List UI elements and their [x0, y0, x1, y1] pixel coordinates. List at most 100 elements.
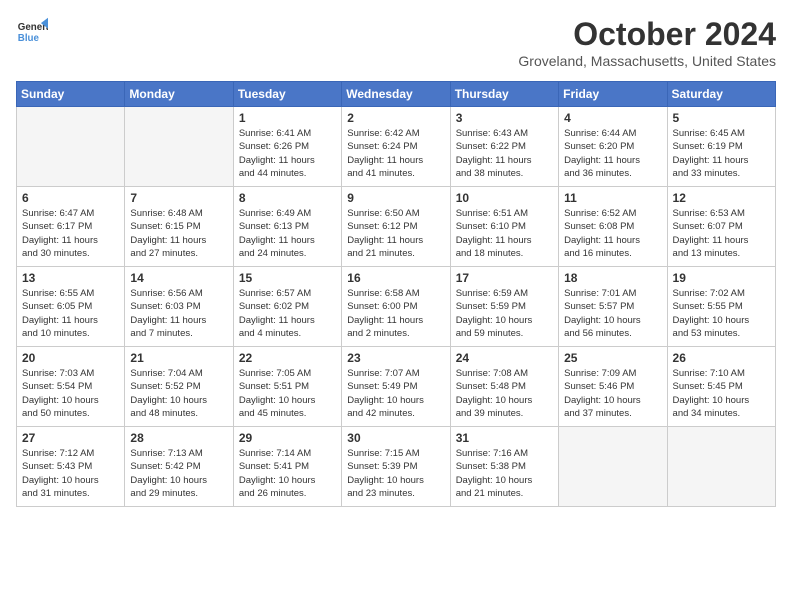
calendar-cell: 17 Sunrise: 6:59 AM Sunset: 5:59 PM Dayli…: [450, 267, 558, 347]
day-info: Sunrise: 7:14 AM Sunset: 5:41 PM Dayligh…: [239, 447, 336, 500]
day-number: 31: [456, 431, 553, 445]
day-info: Sunrise: 7:02 AM Sunset: 5:55 PM Dayligh…: [673, 287, 770, 340]
day-info: Sunrise: 6:43 AM Sunset: 6:22 PM Dayligh…: [456, 127, 553, 180]
logo-icon: General Blue: [16, 16, 48, 48]
title-area: October 2024 Groveland, Massachusetts, U…: [518, 16, 776, 69]
calendar-cell: 19 Sunrise: 7:02 AM Sunset: 5:55 PM Dayli…: [667, 267, 775, 347]
page-header: General Blue October 2024 Groveland, Mas…: [16, 16, 776, 69]
calendar-header-thursday: Thursday: [450, 82, 558, 107]
day-number: 10: [456, 191, 553, 205]
calendar-week-1: 1Sunrise: 6:41 AM Sunset: 6:26 PM Daylig…: [17, 107, 776, 187]
day-number: 21: [130, 351, 227, 365]
day-info: Sunrise: 6:55 AM Sunset: 6:05 PM Dayligh…: [22, 287, 119, 340]
location: Groveland, Massachusetts, United States: [518, 53, 776, 69]
day-info: Sunrise: 6:58 AM Sunset: 6:00 PM Dayligh…: [347, 287, 444, 340]
day-info: Sunrise: 6:49 AM Sunset: 6:13 PM Dayligh…: [239, 207, 336, 260]
day-number: 3: [456, 111, 553, 125]
day-info: Sunrise: 6:45 AM Sunset: 6:19 PM Dayligh…: [673, 127, 770, 180]
day-number: 24: [456, 351, 553, 365]
calendar-cell: 1Sunrise: 6:41 AM Sunset: 6:26 PM Daylig…: [233, 107, 341, 187]
day-number: 11: [564, 191, 661, 205]
day-number: 18: [564, 271, 661, 285]
day-number: 25: [564, 351, 661, 365]
day-number: 29: [239, 431, 336, 445]
calendar-cell: 12 Sunrise: 6:53 AM Sunset: 6:07 PM Dayli…: [667, 187, 775, 267]
day-number: 2: [347, 111, 444, 125]
day-info: Sunrise: 6:53 AM Sunset: 6:07 PM Dayligh…: [673, 207, 770, 260]
day-number: 1: [239, 111, 336, 125]
calendar-header-friday: Friday: [559, 82, 667, 107]
day-info: Sunrise: 7:01 AM Sunset: 5:57 PM Dayligh…: [564, 287, 661, 340]
calendar-cell: [559, 427, 667, 507]
calendar-cell: 7Sunrise: 6:48 AM Sunset: 6:15 PM Daylig…: [125, 187, 233, 267]
calendar-cell: 3 Sunrise: 6:43 AM Sunset: 6:22 PM Daylig…: [450, 107, 558, 187]
day-number: 16: [347, 271, 444, 285]
month-title: October 2024: [518, 16, 776, 53]
calendar-header-tuesday: Tuesday: [233, 82, 341, 107]
day-info: Sunrise: 6:52 AM Sunset: 6:08 PM Dayligh…: [564, 207, 661, 260]
svg-text:Blue: Blue: [18, 33, 40, 44]
day-number: 14: [130, 271, 227, 285]
calendar-cell: 25 Sunrise: 7:09 AM Sunset: 5:46 PM Dayli…: [559, 347, 667, 427]
calendar-header-wednesday: Wednesday: [342, 82, 450, 107]
calendar-cell: 20 Sunrise: 7:03 AM Sunset: 5:54 PM Dayli…: [17, 347, 125, 427]
day-number: 17: [456, 271, 553, 285]
calendar-cell: 30 Sunrise: 7:15 AM Sunset: 5:39 PM Dayli…: [342, 427, 450, 507]
day-info: Sunrise: 6:56 AM Sunset: 6:03 PM Dayligh…: [130, 287, 227, 340]
day-number: 6: [22, 191, 119, 205]
calendar-cell: 9 Sunrise: 6:50 AM Sunset: 6:12 PM Daylig…: [342, 187, 450, 267]
calendar-week-5: 27 Sunrise: 7:12 AM Sunset: 5:43 PM Dayli…: [17, 427, 776, 507]
day-info: Sunrise: 6:59 AM Sunset: 5:59 PM Dayligh…: [456, 287, 553, 340]
calendar-cell: 10Sunrise: 6:51 AM Sunset: 6:10 PM Dayli…: [450, 187, 558, 267]
calendar-header-sunday: Sunday: [17, 82, 125, 107]
day-info: Sunrise: 6:50 AM Sunset: 6:12 PM Dayligh…: [347, 207, 444, 260]
day-number: 9: [347, 191, 444, 205]
calendar-header-row: SundayMondayTuesdayWednesdayThursdayFrid…: [17, 82, 776, 107]
day-number: 30: [347, 431, 444, 445]
calendar-cell: 14 Sunrise: 6:56 AM Sunset: 6:03 PM Dayli…: [125, 267, 233, 347]
logo: General Blue: [16, 16, 48, 48]
day-info: Sunrise: 6:48 AM Sunset: 6:15 PM Dayligh…: [130, 207, 227, 260]
calendar-week-3: 13Sunrise: 6:55 AM Sunset: 6:05 PM Dayli…: [17, 267, 776, 347]
day-number: 5: [673, 111, 770, 125]
calendar-cell: 21 Sunrise: 7:04 AM Sunset: 5:52 PM Dayli…: [125, 347, 233, 427]
calendar-cell: 23Sunrise: 7:07 AM Sunset: 5:49 PM Dayli…: [342, 347, 450, 427]
day-info: Sunrise: 7:08 AM Sunset: 5:48 PM Dayligh…: [456, 367, 553, 420]
calendar-cell: 18 Sunrise: 7:01 AM Sunset: 5:57 PM Dayli…: [559, 267, 667, 347]
day-number: 15: [239, 271, 336, 285]
day-number: 8: [239, 191, 336, 205]
day-number: 4: [564, 111, 661, 125]
day-number: 26: [673, 351, 770, 365]
day-info: Sunrise: 7:10 AM Sunset: 5:45 PM Dayligh…: [673, 367, 770, 420]
day-info: Sunrise: 7:15 AM Sunset: 5:39 PM Dayligh…: [347, 447, 444, 500]
day-info: Sunrise: 7:12 AM Sunset: 5:43 PM Dayligh…: [22, 447, 119, 500]
calendar-week-4: 20 Sunrise: 7:03 AM Sunset: 5:54 PM Dayli…: [17, 347, 776, 427]
day-info: Sunrise: 7:05 AM Sunset: 5:51 PM Dayligh…: [239, 367, 336, 420]
calendar-cell: 2 Sunrise: 6:42 AM Sunset: 6:24 PM Daylig…: [342, 107, 450, 187]
day-number: 23: [347, 351, 444, 365]
calendar-cell: 11 Sunrise: 6:52 AM Sunset: 6:08 PM Dayli…: [559, 187, 667, 267]
calendar-cell: 26 Sunrise: 7:10 AM Sunset: 5:45 PM Dayli…: [667, 347, 775, 427]
calendar-cell: 16 Sunrise: 6:58 AM Sunset: 6:00 PM Dayli…: [342, 267, 450, 347]
calendar-table: SundayMondayTuesdayWednesdayThursdayFrid…: [16, 81, 776, 507]
day-number: 19: [673, 271, 770, 285]
calendar-cell: [125, 107, 233, 187]
calendar-cell: [17, 107, 125, 187]
day-info: Sunrise: 6:42 AM Sunset: 6:24 PM Dayligh…: [347, 127, 444, 180]
day-number: 12: [673, 191, 770, 205]
calendar-cell: 27 Sunrise: 7:12 AM Sunset: 5:43 PM Dayli…: [17, 427, 125, 507]
day-info: Sunrise: 7:04 AM Sunset: 5:52 PM Dayligh…: [130, 367, 227, 420]
day-number: 20: [22, 351, 119, 365]
day-number: 27: [22, 431, 119, 445]
calendar-cell: [667, 427, 775, 507]
day-info: Sunrise: 6:44 AM Sunset: 6:20 PM Dayligh…: [564, 127, 661, 180]
calendar-cell: 29 Sunrise: 7:14 AM Sunset: 5:41 PM Dayli…: [233, 427, 341, 507]
day-number: 22: [239, 351, 336, 365]
calendar-cell: 4 Sunrise: 6:44 AM Sunset: 6:20 PM Daylig…: [559, 107, 667, 187]
day-info: Sunrise: 7:16 AM Sunset: 5:38 PM Dayligh…: [456, 447, 553, 500]
calendar-cell: 13Sunrise: 6:55 AM Sunset: 6:05 PM Dayli…: [17, 267, 125, 347]
calendar-cell: 5 Sunrise: 6:45 AM Sunset: 6:19 PM Daylig…: [667, 107, 775, 187]
day-info: Sunrise: 7:09 AM Sunset: 5:46 PM Dayligh…: [564, 367, 661, 420]
day-info: Sunrise: 7:03 AM Sunset: 5:54 PM Dayligh…: [22, 367, 119, 420]
calendar-cell: 31 Sunrise: 7:16 AM Sunset: 5:38 PM Dayli…: [450, 427, 558, 507]
